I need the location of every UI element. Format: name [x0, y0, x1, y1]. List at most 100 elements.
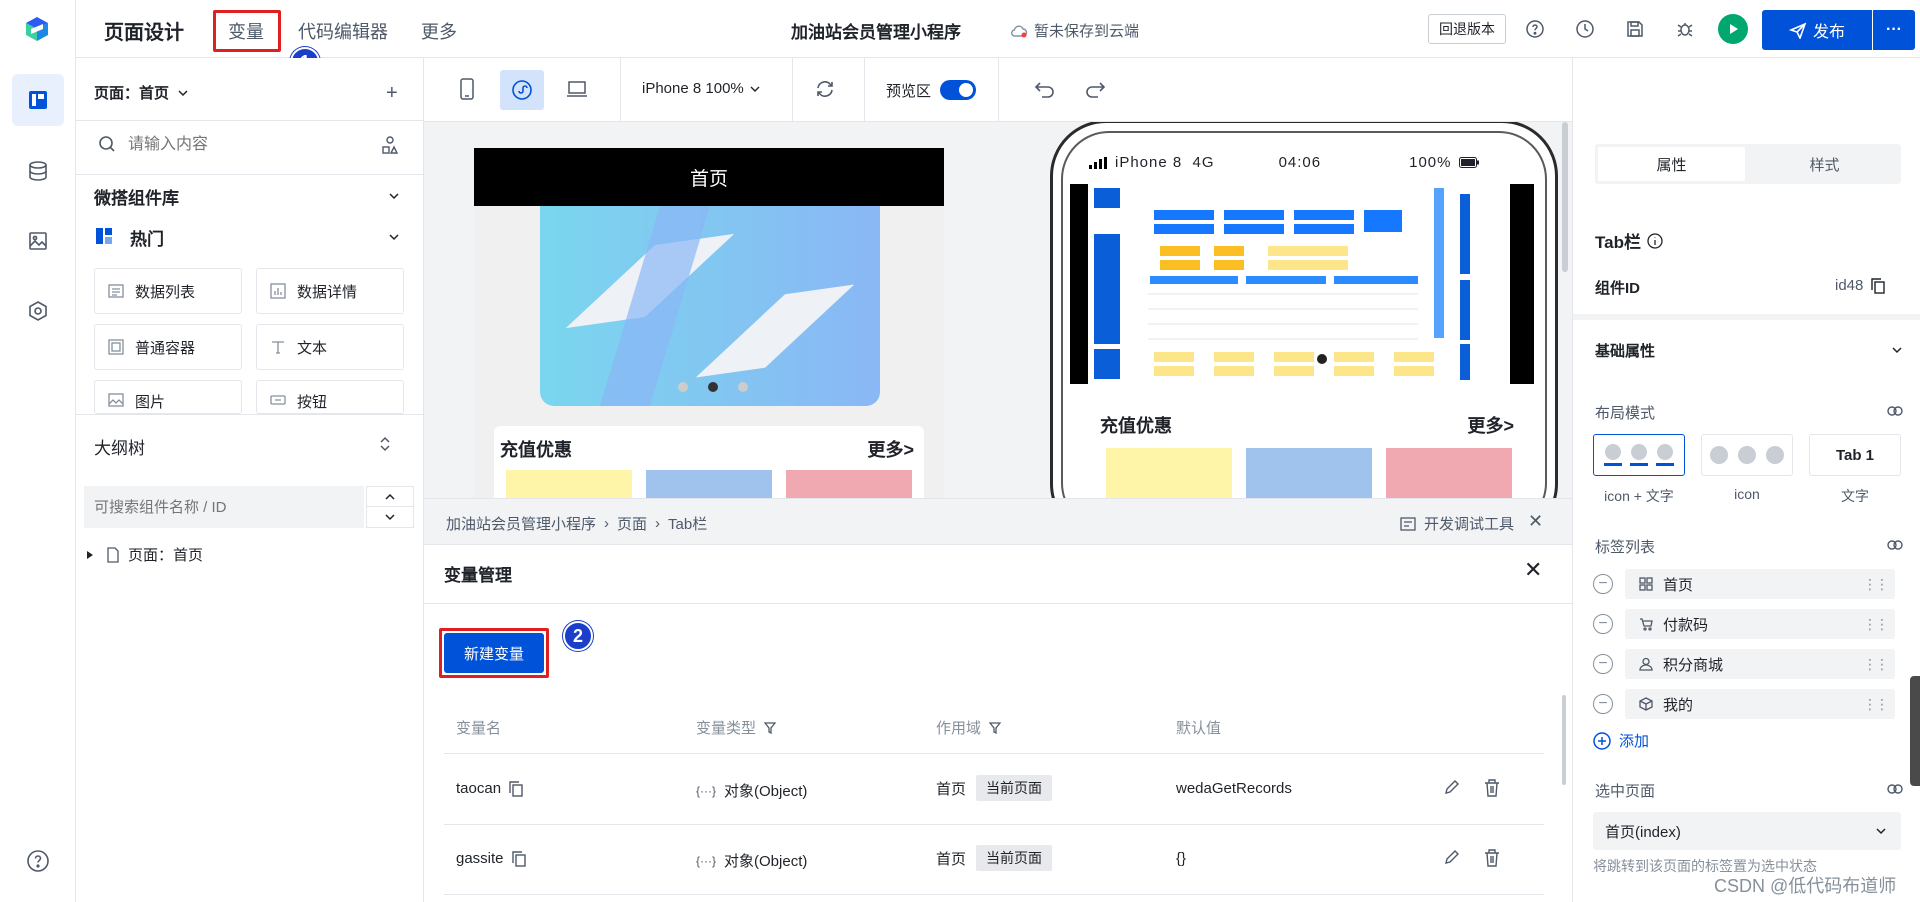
caret-right-icon[interactable] — [86, 550, 94, 560]
save-icon[interactable] — [1622, 16, 1648, 42]
tab-item-label: 首页 — [1663, 576, 1694, 594]
component-label: 图片 — [135, 394, 166, 411]
page-preview[interactable]: 首页 充值优惠 更多> — [474, 148, 944, 498]
layout-option-icon-text[interactable] — [1593, 434, 1685, 476]
remove-tab-icon[interactable]: − — [1593, 614, 1613, 634]
component-button[interactable]: 按钮 — [256, 380, 404, 414]
component-container[interactable]: 普通容器 — [94, 324, 242, 370]
tab-item-home[interactable]: 首页 ⋮⋮ — [1625, 569, 1895, 599]
component-data-list[interactable]: 数据列表 — [94, 268, 242, 314]
remove-tab-icon[interactable]: − — [1593, 694, 1613, 714]
delete-icon[interactable] — [1484, 779, 1500, 797]
selected-page-select[interactable]: 首页(index) — [1593, 812, 1901, 850]
tab-styles[interactable]: 样式 — [1751, 147, 1898, 181]
add-tab-button[interactable]: 添加 — [1593, 730, 1649, 751]
tab-item-mine[interactable]: 我的 ⋮⋮ — [1625, 689, 1895, 719]
publish-more-button[interactable]: ··· — [1873, 10, 1915, 50]
outline-root-node[interactable]: 页面：首页 — [86, 544, 203, 565]
link-icon[interactable] — [1887, 406, 1903, 416]
page-file-icon — [106, 546, 120, 563]
link-icon[interactable] — [1887, 784, 1903, 794]
drag-handle-icon[interactable]: ⋮⋮ — [1863, 656, 1889, 673]
remove-tab-icon[interactable]: − — [1593, 574, 1613, 594]
tab-properties[interactable]: 属性 — [1598, 147, 1745, 181]
component-image[interactable]: 图片 — [94, 380, 242, 414]
offer-card-1[interactable] — [506, 470, 632, 498]
settings-hex-icon[interactable] — [12, 285, 64, 337]
recharge-more-link[interactable]: 更多> — [867, 436, 914, 462]
table-row[interactable]: taocan {···} 对象(Object) 首页 当前页面 wedaGetRec… — [444, 755, 1544, 825]
drag-handle-icon[interactable]: ⋮⋮ — [1863, 696, 1889, 713]
component-text[interactable]: 文本 — [256, 324, 404, 370]
breadcrumb-component[interactable]: Tab栏 — [668, 513, 707, 534]
publish-button[interactable]: 发布 — [1762, 10, 1872, 50]
debug-bug-icon[interactable] — [1672, 16, 1698, 42]
copy-icon[interactable] — [1871, 277, 1886, 294]
laptop-device-icon[interactable] — [566, 80, 588, 98]
outline-search-input[interactable] — [84, 486, 364, 528]
component-data-detail[interactable]: 数据详情 — [256, 268, 404, 314]
page-selector[interactable]: 页面：首页 — [94, 82, 189, 103]
drag-handle-icon[interactable]: ⋮⋮ — [1863, 616, 1889, 633]
breadcrumb-page[interactable]: 页面 — [617, 513, 647, 534]
chevron-down-icon[interactable] — [388, 190, 400, 202]
add-page-icon[interactable]: + — [386, 82, 398, 105]
mobile-device-icon[interactable] — [460, 78, 474, 100]
offer-card-2[interactable] — [646, 470, 772, 498]
link-icon[interactable] — [1887, 540, 1903, 550]
undo-icon[interactable] — [1034, 80, 1056, 98]
table-scrollbar[interactable] — [1562, 695, 1566, 785]
preview-toggle-label: 预览区 — [886, 83, 932, 100]
delete-icon[interactable] — [1484, 849, 1500, 867]
chevron-down-icon[interactable] — [388, 231, 400, 243]
close-icon[interactable]: ✕ — [1524, 557, 1542, 583]
layout-option-icon[interactable] — [1701, 434, 1793, 476]
divider — [76, 174, 423, 175]
breadcrumb-app[interactable]: 加油站会员管理小程序 — [446, 513, 596, 534]
expand-collapse-icon[interactable] — [378, 435, 392, 453]
tab-code-editor[interactable]: 代码编辑器 — [298, 18, 388, 44]
copy-icon[interactable] — [511, 850, 526, 867]
database-icon[interactable] — [12, 145, 64, 197]
edit-icon[interactable] — [1444, 779, 1460, 795]
tab-item-points-mall[interactable]: 积分商城 ⋮⋮ — [1625, 649, 1895, 679]
info-icon[interactable] — [1647, 232, 1663, 249]
outline-stepper[interactable] — [366, 486, 414, 528]
banner-swiper[interactable] — [540, 206, 880, 406]
remove-tab-icon[interactable]: − — [1593, 654, 1613, 674]
object-type-icon: {···} — [696, 783, 717, 798]
component-search-input[interactable] — [126, 130, 356, 160]
tab-more[interactable]: 更多 — [421, 18, 457, 44]
copy-icon[interactable] — [509, 780, 523, 797]
component-shapes-icon[interactable] — [380, 135, 400, 155]
table-row[interactable]: gassite {···} 对象(Object) 首页 当前页面 {} — [444, 825, 1544, 895]
devtools-button[interactable]: 开发调试工具 — [1400, 513, 1514, 534]
layout-option-text[interactable]: Tab 1 — [1809, 434, 1901, 476]
history-icon[interactable] — [1572, 16, 1598, 42]
help-icon[interactable] — [1522, 16, 1548, 42]
miniprogram-device-icon[interactable] — [500, 70, 544, 110]
canvas-scrollbar[interactable] — [1562, 122, 1568, 272]
run-preview-icon[interactable] — [1718, 14, 1748, 44]
chevron-down-icon[interactable] — [1891, 344, 1903, 356]
filter-icon[interactable] — [764, 721, 777, 734]
filter-icon[interactable] — [989, 721, 1002, 734]
chevron-up-icon[interactable] — [367, 487, 413, 507]
tab-item-paycode[interactable]: 付款码 ⋮⋮ — [1625, 609, 1895, 639]
refresh-icon[interactable] — [814, 78, 836, 100]
device-select[interactable]: iPhone 8 100% — [642, 80, 760, 97]
chevron-down-icon[interactable] — [367, 507, 413, 527]
side-floating-handle[interactable] — [1910, 676, 1920, 786]
offer-card-3[interactable] — [786, 470, 912, 498]
close-devtools-icon[interactable]: ✕ — [1528, 511, 1543, 532]
drag-handle-icon[interactable]: ⋮⋮ — [1863, 576, 1889, 593]
preview-toggle-switch[interactable] — [940, 80, 976, 100]
rollback-button[interactable]: 回退版本 — [1428, 14, 1506, 44]
recharge-card[interactable]: 充值优惠 更多> — [494, 426, 924, 498]
image-icon[interactable] — [12, 215, 64, 267]
page-design-icon[interactable] — [12, 74, 64, 126]
edit-icon[interactable] — [1444, 849, 1460, 865]
help-icon[interactable] — [12, 835, 64, 887]
basic-props-title: 基础属性 — [1595, 343, 1656, 360]
redo-icon[interactable] — [1084, 80, 1106, 98]
